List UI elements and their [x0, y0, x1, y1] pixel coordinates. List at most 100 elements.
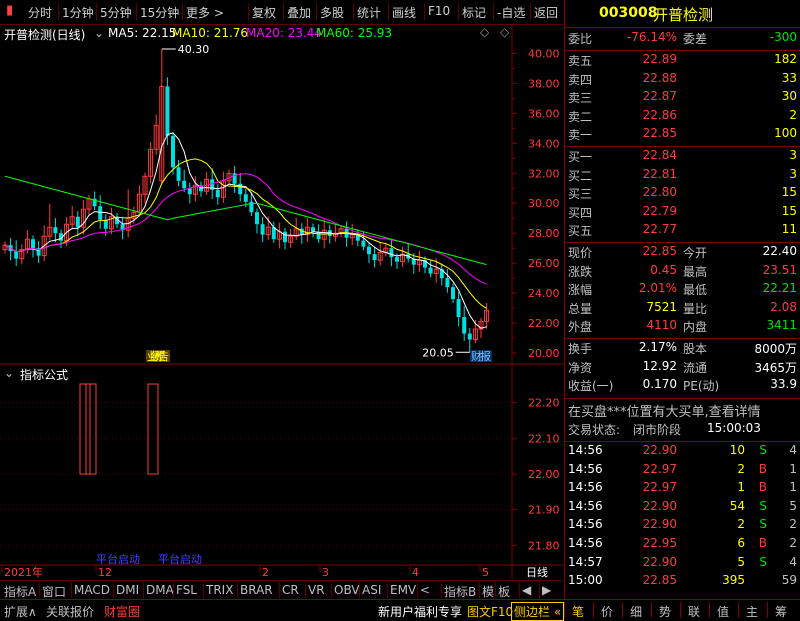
toolbar-item[interactable]: 统计 [357, 4, 381, 21]
divider [565, 27, 800, 28]
toolbar-divider [58, 3, 59, 20]
indicator-tab[interactable]: OBV [334, 583, 360, 597]
big-order-notice[interactable]: 在买盘***位置有大买单,查看详情 [568, 401, 761, 420]
indicator-tab[interactable]: < [420, 583, 430, 597]
bid-price[interactable]: 22.81 [643, 167, 677, 181]
indicator-tab[interactable]: DMA [146, 583, 174, 597]
tab-divider [39, 582, 40, 598]
diamond-icon[interactable]: ◇ [480, 25, 489, 39]
tick-price: 22.90 [642, 443, 677, 457]
tab-divider [279, 582, 280, 598]
toolbar-item[interactable]: 15分钟 [140, 4, 179, 21]
tick-count: 1 [789, 461, 797, 476]
promo-link[interactable]: 新用户福利专享 [378, 603, 462, 620]
sidebar-toggle[interactable]: 侧边栏 « [511, 602, 565, 621]
indicator-tab[interactable]: 指标B [444, 583, 476, 600]
nav-tab[interactable]: 值 [717, 603, 729, 620]
toolbar-item[interactable]: 5分钟 [100, 4, 132, 21]
indicator-title[interactable]: 指标公式 [20, 366, 68, 383]
toolbar-item[interactable]: 画线 [392, 4, 416, 21]
indicator-tab[interactable]: 指标A [4, 583, 36, 600]
collapse-icon[interactable]: ◇ [500, 25, 509, 39]
indicator-tab[interactable]: DMI [116, 583, 139, 597]
fin-value: 8000万 [754, 342, 797, 356]
toolbar-item[interactable]: -自选 [497, 4, 525, 21]
nav-divider [738, 602, 739, 618]
toolbar-item[interactable]: 多股 [320, 4, 344, 21]
nav-tab[interactable]: 联 [688, 603, 700, 620]
nav-tab[interactable]: 主 [746, 603, 758, 620]
toolbar-item[interactable]: F10 [428, 4, 450, 18]
time-axis-label: 12 [98, 566, 112, 579]
indicator-collapse-icon[interactable]: ⌄ [4, 366, 14, 380]
indicator-tab[interactable]: EMV [390, 583, 416, 597]
bid-price[interactable]: 22.77 [643, 222, 677, 236]
kline-chart-panel[interactable]: 40.00 38.00 36.00 34.00 32.00 30.00 28.00 26.00… [0, 24, 563, 580]
fin-value: 12.92 [642, 358, 677, 373]
tick-time: 14:56 [568, 517, 603, 532]
bid-price[interactable]: 22.79 [643, 204, 677, 218]
nav-tab[interactable]: 价 [601, 603, 613, 620]
toolbar-item[interactable]: 1分钟 [62, 4, 94, 21]
tab-divider [71, 582, 72, 598]
stat-value: 22.85 [642, 244, 677, 258]
indicator-bar [147, 383, 159, 475]
tick-time: 14:56 [568, 536, 603, 550]
tab-divider [495, 582, 496, 598]
tick-price: 22.97 [642, 480, 677, 495]
toolbar-item[interactable]: 更多 > [186, 4, 224, 21]
nav-tab[interactable]: 笔 [572, 603, 584, 620]
ask-price[interactable]: 22.88 [643, 71, 677, 85]
bid-price[interactable]: 22.84 [643, 148, 677, 162]
ask-price[interactable]: 22.89 [643, 52, 677, 66]
indicator-tab[interactable]: 窗口 [42, 583, 66, 600]
kline-chart[interactable]: 40.00 38.00 36.00 34.00 32.00 30.00 28.00 26.00… [0, 24, 563, 580]
fin-value: 3465万 [754, 360, 797, 375]
ask-price[interactable]: 22.87 [643, 89, 677, 103]
ask-price[interactable]: 22.86 [643, 108, 677, 122]
f10-button[interactable]: 图文F10 [467, 603, 513, 620]
indicator-tab[interactable]: ▶ [542, 583, 551, 597]
stat-label: 量比 [683, 301, 708, 316]
indicator-tab[interactable]: 板 [498, 583, 510, 600]
status-left-item[interactable]: 关联报价 [46, 603, 94, 620]
nav-divider [709, 602, 710, 618]
nav-tab[interactable]: 细 [630, 603, 642, 620]
stat-value: 2.01% [638, 281, 677, 296]
indicator-tab[interactable]: FSL [176, 583, 197, 597]
indicator-tab[interactable]: CR [282, 583, 299, 597]
candle-body-down [14, 251, 19, 259]
bid-volume: 3 [789, 166, 797, 181]
ask-volume: 182 [774, 52, 797, 66]
indicator-tab[interactable]: 模 [482, 583, 494, 600]
indicator-tab[interactable]: ASI [362, 583, 381, 597]
chevron-down-icon[interactable]: ⌄ [94, 26, 104, 40]
divider [565, 242, 800, 243]
tab-divider [237, 582, 238, 598]
ask-price[interactable]: 22.85 [643, 126, 677, 140]
low-price-label: 20.05 [422, 346, 454, 359]
candle-body-down [311, 227, 315, 232]
kline-icon[interactable]: ▮ [6, 3, 13, 18]
candle-body-down [53, 227, 58, 234]
nav-tab[interactable]: 筹 [775, 603, 787, 620]
toolbar-item[interactable]: 返回 [534, 4, 558, 21]
toolbar-item[interactable]: 叠加 [287, 4, 311, 21]
toolbar-item[interactable]: 分时 [28, 4, 52, 21]
stat-value: 3411 [766, 318, 797, 333]
stat-label: 最高 [683, 264, 708, 279]
indicator-tab[interactable]: MACD [74, 583, 110, 597]
status-left-item[interactable]: 扩展∧ [4, 603, 37, 620]
bid-price[interactable]: 22.80 [643, 185, 677, 199]
indicator-tab[interactable]: TRIX [206, 583, 233, 597]
toolbar-item[interactable]: 标记 [462, 4, 486, 21]
price-tick-label: 28.00 [528, 227, 560, 240]
nav-tab[interactable]: 势 [659, 603, 671, 620]
ask-level-label: 卖五 [568, 54, 593, 68]
indicator-tab[interactable]: VR [308, 583, 325, 597]
indicator-tab[interactable]: BRAR [240, 583, 273, 597]
divider [565, 50, 800, 51]
toolbar-item[interactable]: 复权 [252, 4, 276, 21]
indicator-tab[interactable]: ◀ [522, 583, 531, 597]
status-left-item[interactable]: 财富圈 [104, 603, 140, 620]
